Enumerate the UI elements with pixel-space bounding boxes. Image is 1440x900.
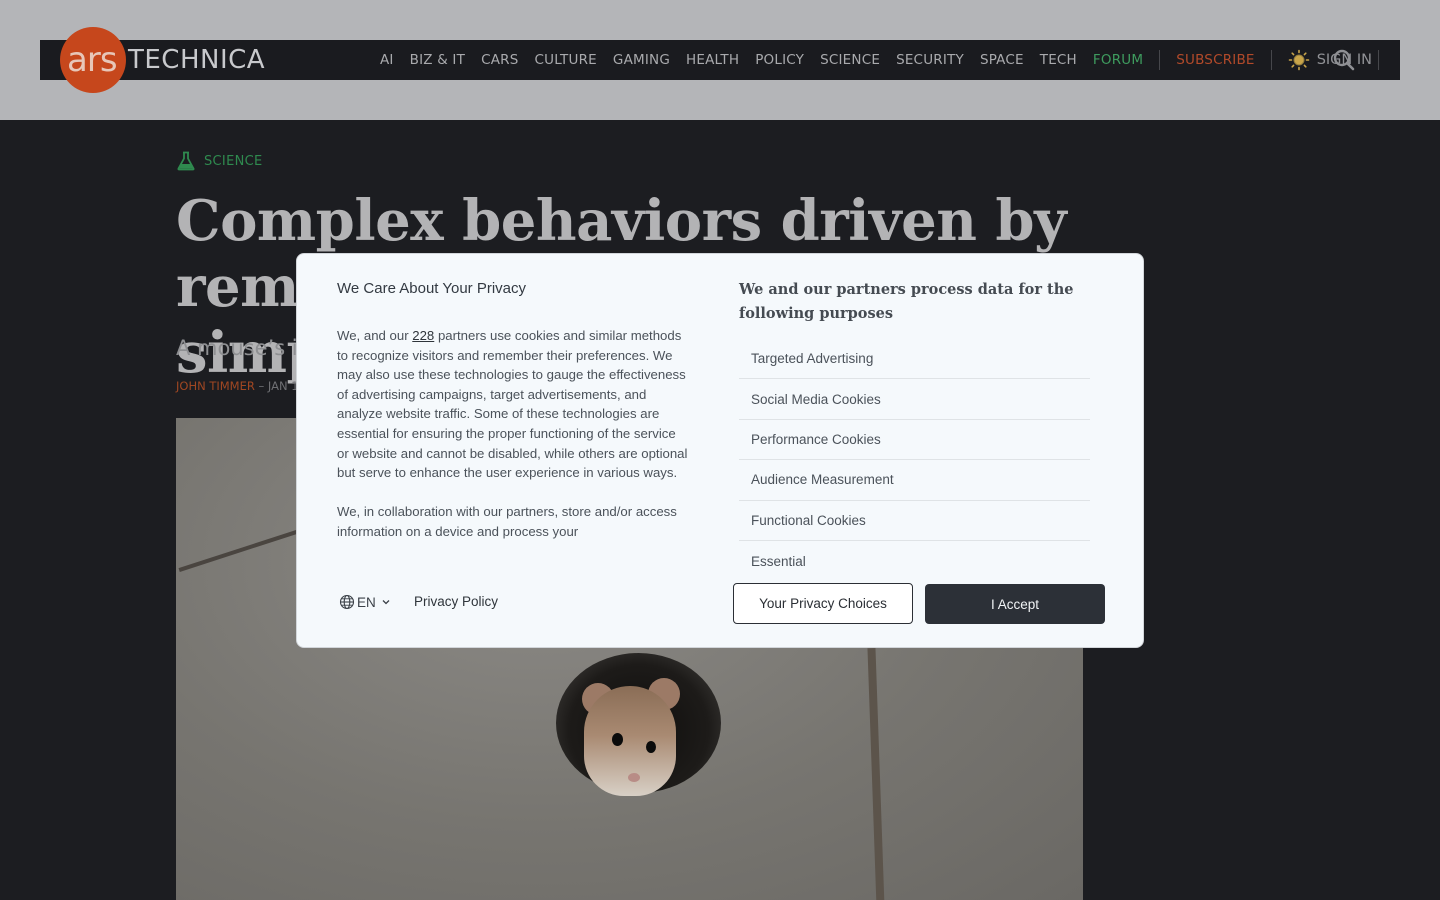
consent-body-text: partners use cookies and similar methods… bbox=[337, 328, 688, 481]
consent-body-second: We, in collaboration with our partners, … bbox=[337, 504, 677, 539]
nav-tech[interactable]: TECH bbox=[1040, 52, 1077, 68]
byline: JOHN TIMMER – JAN 1 bbox=[176, 379, 299, 393]
publish-date: – JAN 1 bbox=[254, 379, 299, 393]
logo-technica-text[interactable]: TECHNICA bbox=[128, 40, 265, 80]
purpose-performance-cookies[interactable]: Performance Cookies bbox=[739, 420, 1090, 461]
privacy-policy-link[interactable]: Privacy Policy bbox=[414, 594, 498, 609]
sun-icon[interactable] bbox=[1288, 49, 1310, 71]
header-band: ars TECHNICA AI BIZ & IT CARS CULTURE GA… bbox=[0, 0, 1440, 120]
mouse-eye-left bbox=[612, 733, 623, 746]
purpose-functional-cookies[interactable]: Functional Cookies bbox=[739, 501, 1090, 541]
nav-biz-it[interactable]: BIZ & IT bbox=[410, 52, 465, 68]
sign-in-link[interactable]: SIGN IN bbox=[1317, 40, 1372, 80]
nav-science[interactable]: SCIENCE bbox=[820, 52, 880, 68]
section-label: SCIENCE bbox=[204, 153, 263, 169]
purpose-social-media-cookies[interactable]: Social Media Cookies bbox=[739, 379, 1090, 420]
logo-ars-text[interactable]: ars bbox=[67, 40, 118, 80]
navbar: ars TECHNICA AI BIZ & IT CARS CULTURE GA… bbox=[40, 27, 1400, 93]
main-nav: AI BIZ & IT CARS CULTURE GAMING HEALTH P… bbox=[380, 40, 1379, 80]
purpose-audience-measurement[interactable]: Audience Measurement bbox=[739, 460, 1090, 501]
purposes-list: Targeted Advertising Social Media Cookie… bbox=[739, 339, 1090, 581]
mouse-eye-right bbox=[646, 741, 656, 753]
consent-title: We Care About Your Privacy bbox=[337, 280, 526, 297]
nav-ai[interactable]: AI bbox=[380, 52, 394, 68]
nav-divider bbox=[1159, 50, 1161, 70]
purposes-title: We and our partners process data for the… bbox=[739, 281, 1074, 322]
language-label: EN bbox=[357, 594, 376, 610]
section-tag[interactable]: SCIENCE bbox=[176, 151, 263, 171]
accept-button[interactable]: I Accept bbox=[925, 584, 1105, 624]
purpose-essential[interactable]: Essential bbox=[739, 541, 1090, 581]
purpose-targeted-advertising[interactable]: Targeted Advertising bbox=[739, 339, 1090, 380]
cookie-consent-dialog: We Care About Your Privacy We, and our 2… bbox=[296, 253, 1144, 648]
nav-gaming[interactable]: GAMING bbox=[613, 52, 670, 68]
nav-divider bbox=[1377, 50, 1379, 70]
nav-policy[interactable]: POLICY bbox=[755, 52, 804, 68]
nav-security[interactable]: SECURITY bbox=[896, 52, 964, 68]
nav-cars[interactable]: CARS bbox=[481, 52, 518, 68]
nav-health[interactable]: HEALTH bbox=[686, 52, 739, 68]
globe-icon bbox=[339, 594, 355, 610]
article-dek: A mouse’s ir bbox=[176, 336, 307, 360]
nav-forum[interactable]: FORUM bbox=[1093, 52, 1143, 68]
chevron-down-icon bbox=[382, 600, 390, 605]
partners-link[interactable]: 228 bbox=[412, 328, 434, 343]
nav-divider bbox=[1270, 50, 1272, 70]
mouse-nose bbox=[628, 773, 640, 782]
consent-body-prefix: We, and our bbox=[337, 328, 413, 343]
stick-shape bbox=[867, 647, 885, 900]
subscribe-link[interactable]: SUBSCRIBE bbox=[1176, 52, 1254, 68]
nav-space[interactable]: SPACE bbox=[980, 52, 1024, 68]
author-link[interactable]: JOHN TIMMER bbox=[176, 379, 255, 393]
twig-shape bbox=[178, 528, 304, 572]
consent-body[interactable]: We, and our 228 partners use cookies and… bbox=[337, 326, 689, 552]
language-selector[interactable]: EN bbox=[339, 594, 392, 610]
flask-icon bbox=[177, 151, 195, 171]
privacy-choices-button[interactable]: Your Privacy Choices bbox=[733, 583, 913, 624]
nav-culture[interactable]: CULTURE bbox=[534, 52, 596, 68]
